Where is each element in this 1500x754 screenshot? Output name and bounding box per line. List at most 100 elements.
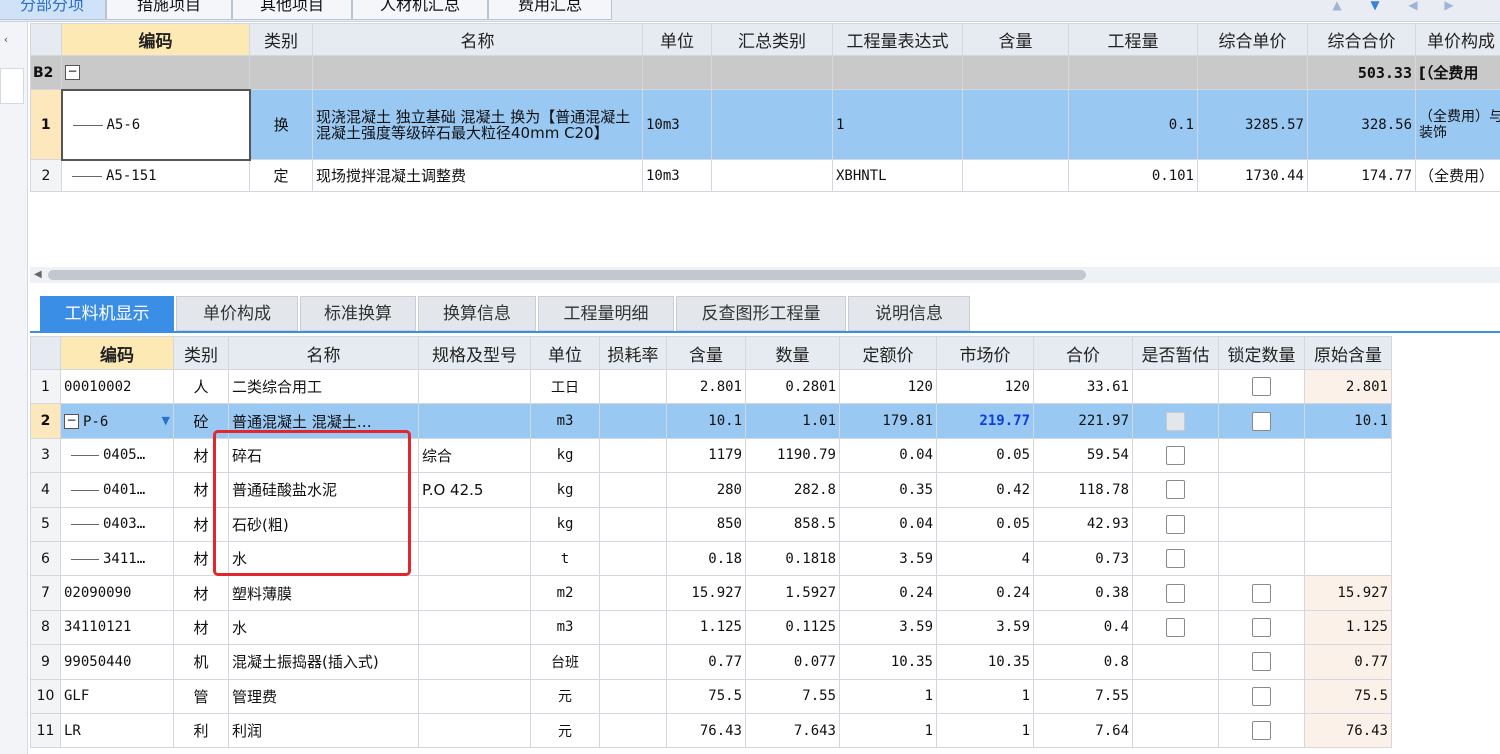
name-cell[interactable]: 塑料薄膜 [228, 575, 419, 611]
code-cell[interactable]: LR [60, 712, 174, 749]
composition-cell[interactable]: （全费用） [1415, 159, 1500, 192]
loss-cell[interactable] [599, 368, 667, 405]
code-cell[interactable]: 0403… [60, 506, 174, 542]
content-cell[interactable]: 850 [666, 506, 746, 542]
upper-header-unit-price[interactable]: 综合单价 [1197, 23, 1308, 56]
name-cell[interactable]: 水 [228, 609, 419, 646]
quota-cell[interactable]: 3.59 [839, 609, 937, 646]
lock-checkbox[interactable] [1252, 617, 1271, 637]
qty-cell[interactable]: 0.1818 [745, 540, 840, 577]
market-cell[interactable]: 0.42 [936, 472, 1034, 508]
spec-cell[interactable]: 综合 [418, 437, 531, 474]
content-cell[interactable]: 76.43 [666, 712, 746, 749]
name-cell[interactable]: 现浇混凝土 独立基础 混凝土 换为【普通混凝土 混凝土强度等级碎石最大粒径40m… [312, 89, 643, 160]
upper-header-name[interactable]: 名称 [312, 23, 643, 56]
loss-cell[interactable] [599, 540, 667, 577]
lower-header-unit[interactable]: 单位 [530, 336, 600, 370]
qty-cell[interactable]: 858.5 [745, 506, 840, 542]
upper-header-total[interactable]: 综合合价 [1307, 23, 1416, 56]
spec-cell[interactable] [418, 540, 531, 577]
lower-header-market[interactable]: 市场价 [936, 336, 1034, 370]
content-cell[interactable]: 2.801 [666, 368, 746, 405]
loss-cell[interactable] [599, 403, 667, 439]
lower-header-name[interactable]: 名称 [228, 336, 419, 370]
table-row[interactable]: 1 00010002 人二类综合用工 工日 2.801 0.2801 120 120 33.61… [30, 368, 1392, 405]
code-cell[interactable]: 3411… [60, 540, 174, 577]
qty-cell[interactable]: 1.01 [745, 403, 840, 439]
qty-cell[interactable]: 0.1 [1068, 89, 1198, 160]
lower-header-type[interactable]: 类别 [173, 336, 229, 370]
spec-cell[interactable] [418, 644, 531, 680]
move-up-icon[interactable]: ▲ [1328, 0, 1346, 11]
spec-cell[interactable] [418, 403, 531, 439]
unit-cell[interactable]: kg [530, 437, 600, 474]
market-cell[interactable]: 4 [936, 540, 1034, 577]
tab-shuoming[interactable]: 说明信息 [848, 296, 970, 331]
expr-cell[interactable]: XBHNTL [832, 159, 963, 192]
code-cell[interactable]: 02090090 [60, 575, 174, 611]
loss-cell[interactable] [599, 678, 667, 714]
table-row[interactable]: 2 A5-151 定 现场搅拌混凝土调整费 10m3 XBHNTL 0.101 … [30, 159, 1500, 192]
content-cell[interactable]: 1.125 [666, 609, 746, 646]
estimate-checkbox[interactable] [1166, 480, 1185, 500]
lock-checkbox[interactable] [1252, 411, 1271, 431]
table-row[interactable]: 1 A5-6 换 现浇混凝土 独立基础 混凝土 换为【普通混凝土 混凝土强度等级… [30, 88, 1500, 161]
minus-box-icon[interactable]: − [65, 65, 80, 81]
loss-cell[interactable] [599, 437, 667, 474]
lower-header-loss[interactable]: 损耗率 [599, 336, 667, 370]
lock-checkbox[interactable] [1252, 686, 1271, 706]
type-cell[interactable]: 利 [173, 712, 229, 749]
lock-checkbox[interactable] [1252, 721, 1271, 741]
quota-cell[interactable]: 120 [839, 368, 937, 405]
tab-rencaiji[interactable]: 人材机汇总 [352, 0, 488, 20]
spec-cell[interactable] [418, 368, 531, 405]
market-cell[interactable]: 3.59 [936, 609, 1034, 646]
unit-cell[interactable]: 元 [530, 678, 600, 714]
content-cell[interactable]: 280 [666, 472, 746, 508]
upper-header-qty[interactable]: 工程量 [1068, 23, 1198, 56]
content-cell[interactable] [962, 89, 1069, 160]
loss-cell[interactable] [599, 506, 667, 542]
quota-cell[interactable]: 0.04 [839, 506, 937, 542]
unit-cell[interactable]: t [530, 540, 600, 577]
unit-cell[interactable]: 元 [530, 712, 600, 749]
estimate-checkbox[interactable] [1166, 583, 1185, 603]
unit-cell[interactable]: 10m3 [642, 159, 712, 192]
unit-cell[interactable]: kg [530, 506, 600, 542]
code-cell[interactable]: 34110121 [60, 609, 174, 646]
qty-cell[interactable]: 0.2801 [745, 368, 840, 405]
type-cell[interactable]: 定 [249, 159, 313, 192]
type-cell[interactable]: 换 [249, 89, 313, 160]
market-cell[interactable]: 1 [936, 712, 1034, 749]
loss-cell[interactable] [599, 609, 667, 646]
market-cell[interactable]: 0.24 [936, 575, 1034, 611]
table-row[interactable]: 7 02090090 材塑料薄膜 m2 15.927 1.5927 0.24 0.24 0.38… [30, 575, 1392, 611]
content-cell[interactable]: 10.1 [666, 403, 746, 439]
lock-checkbox[interactable] [1252, 377, 1271, 397]
market-cell[interactable]: 120 [936, 368, 1034, 405]
lower-header-lock[interactable]: 锁定数量 [1218, 336, 1305, 370]
code-cell[interactable]: 99050440 [60, 644, 174, 680]
unit-cell[interactable]: 工日 [530, 368, 600, 405]
type-cell[interactable]: 材 [173, 609, 229, 646]
qty-cell[interactable]: 0.1125 [745, 609, 840, 646]
tab-cuoshi[interactable]: 措施项目 [106, 0, 232, 20]
content-cell[interactable]: 75.5 [666, 678, 746, 714]
type-cell[interactable]: 机 [173, 644, 229, 680]
quota-cell[interactable]: 0.35 [839, 472, 937, 508]
move-left-icon[interactable]: ◀ [1404, 0, 1422, 11]
composition-cell[interactable]: （全费用）与装饰 [1415, 89, 1500, 160]
code-cell[interactable]: A5-6 [60, 88, 251, 161]
tab-fenbu[interactable]: 分部分项 [0, 0, 106, 20]
loss-cell[interactable] [599, 472, 667, 508]
market-cell[interactable]: 0.05 [936, 437, 1034, 474]
tab-feiyong[interactable]: 费用汇总 [488, 0, 612, 20]
upper-header-composition[interactable]: 单价构成 [1415, 23, 1500, 56]
unit-cell[interactable]: kg [530, 472, 600, 508]
expr-cell[interactable]: 1 [832, 89, 963, 160]
move-down-icon[interactable]: ▼ [1366, 0, 1384, 11]
tab-qita[interactable]: 其他项目 [232, 0, 352, 20]
unit-cell[interactable]: 10m3 [642, 89, 712, 160]
lower-header-estimate[interactable]: 是否暂估 [1132, 336, 1219, 370]
quota-cell[interactable]: 10.35 [839, 644, 937, 680]
